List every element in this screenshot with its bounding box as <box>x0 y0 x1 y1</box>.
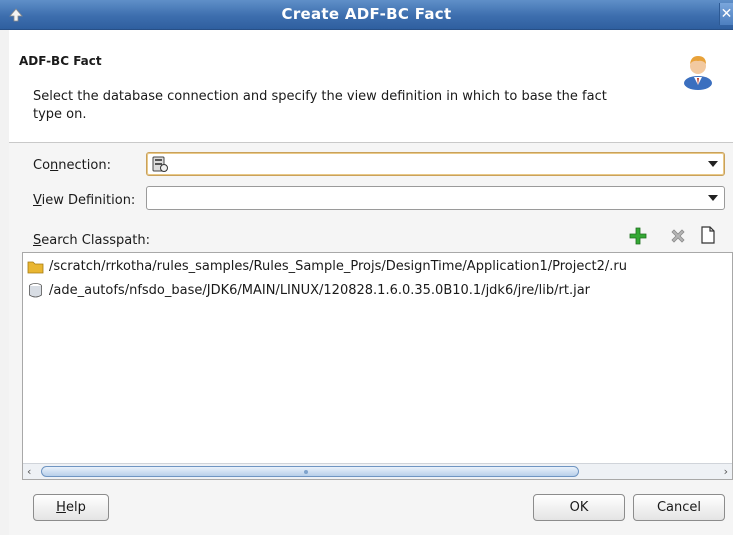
close-button[interactable]: ✕ <box>719 3 733 25</box>
cancel-button[interactable]: Cancel <box>633 494 725 521</box>
connection-label: Connection: <box>33 158 111 173</box>
add-icon[interactable] <box>628 226 648 246</box>
connection-select[interactable] <box>146 152 725 176</box>
scroll-right-icon[interactable]: › <box>716 466 728 478</box>
scrollbar-thumb[interactable] <box>41 466 579 477</box>
chevron-down-icon[interactable] <box>708 195 718 201</box>
section-heading: ADF-BC Fact <box>19 54 102 68</box>
section-description: Select the database connection and speci… <box>33 89 607 122</box>
scroll-left-icon[interactable]: ‹ <box>27 466 39 478</box>
jar-icon <box>29 283 42 298</box>
ok-button[interactable]: OK <box>533 494 625 521</box>
grip-icon <box>304 470 308 474</box>
view-definition-select[interactable] <box>146 186 725 210</box>
title-bar: Create ADF-BC Fact ✕ <box>0 0 733 30</box>
dialog-edge <box>0 30 9 535</box>
new-file-icon[interactable] <box>698 225 718 245</box>
horizontal-scrollbar[interactable]: ‹ › <box>23 463 732 479</box>
user-icon <box>684 56 712 90</box>
database-connection-icon <box>152 156 168 172</box>
help-button[interactable]: Help <box>33 494 109 521</box>
window-title: Create ADF-BC Fact <box>281 5 452 23</box>
search-classpath-label: Search Classpath: <box>33 233 150 248</box>
header-panel: ADF-BC Fact Select the database connecti… <box>9 30 733 143</box>
chevron-down-icon[interactable] <box>708 161 718 167</box>
delete-icon[interactable] <box>668 226 688 246</box>
folder-icon <box>27 261 44 274</box>
classpath-list[interactable]: /scratch/rrkotha/rules_samples/Rules_Sam… <box>22 252 733 480</box>
view-definition-label: View Definition: <box>33 193 136 208</box>
